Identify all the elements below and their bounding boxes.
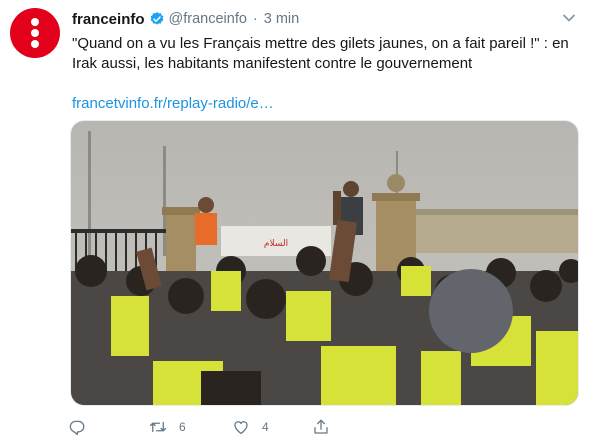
like-count: 4: [262, 420, 269, 434]
tweet-actions: 6 4: [68, 416, 368, 438]
avatar[interactable]: [10, 8, 60, 58]
user-handle[interactable]: @franceinfo: [169, 11, 247, 27]
share-button[interactable]: [312, 416, 330, 438]
header-separator: ·: [252, 11, 258, 27]
retweet-button[interactable]: 6: [149, 416, 186, 438]
share-icon: [314, 419, 328, 434]
tweet-link[interactable]: francetvinfo.fr/replay-radio/e…: [72, 94, 274, 114]
franceinfo-logo-icon: [31, 18, 39, 26]
banner-sign: السلام: [264, 239, 288, 249]
like-icon: [234, 421, 248, 435]
tweet-card: franceinfo @franceinfo · 3 min "Quand on…: [0, 0, 589, 446]
verified-badge-icon: [150, 12, 163, 25]
reply-button[interactable]: [68, 416, 98, 438]
media-thumbnail[interactable]: السلام: [70, 120, 579, 406]
display-name[interactable]: franceinfo: [72, 11, 145, 28]
franceinfo-logo-dot: [31, 29, 39, 37]
chevron-down-icon[interactable]: [563, 14, 575, 22]
reply-icon: [69, 420, 85, 436]
retweet-count: 6: [179, 420, 186, 434]
timestamp[interactable]: 3 min: [264, 11, 299, 27]
like-button[interactable]: 4: [232, 416, 269, 438]
retweet-icon: [149, 421, 167, 433]
franceinfo-logo-dot: [31, 40, 39, 48]
protest-photo: السلام: [71, 121, 578, 405]
tweet-header: franceinfo @franceinfo · 3 min: [72, 9, 299, 29]
tweet-text: "Quand on a vu les Français mettre des g…: [72, 35, 573, 72]
